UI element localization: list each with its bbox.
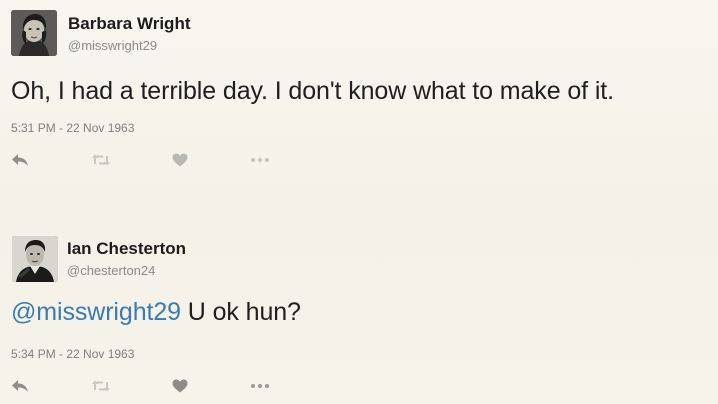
tweet-timestamp[interactable]: 5:34 PM - 22 Nov 1963: [11, 347, 134, 361]
reply-button[interactable]: [9, 150, 31, 170]
tweet-card: Ian Chesterton @chesterton24 @misswright…: [0, 214, 718, 404]
mention-link[interactable]: @misswright29: [11, 298, 181, 326]
more-button[interactable]: [249, 376, 271, 396]
tweet-actions: [0, 376, 300, 396]
tweet-timestamp[interactable]: 5:31 PM - 22 Nov 1963: [11, 121, 134, 135]
author-handle[interactable]: @chesterton24: [67, 263, 155, 278]
tweet-feed: Barbara Wright @misswright29 Oh, I had a…: [0, 0, 718, 404]
avatar[interactable]: [12, 236, 58, 282]
more-button[interactable]: [249, 150, 271, 170]
like-button[interactable]: [169, 150, 191, 170]
like-button[interactable]: [169, 376, 191, 396]
tweet-text-body: U ok hun?: [180, 298, 301, 326]
author-handle[interactable]: @misswright29: [68, 38, 157, 53]
reply-button[interactable]: [9, 376, 31, 396]
tweet-text: Oh, I had a terrible day. I don't know w…: [11, 77, 614, 105]
avatar-portrait-icon: [11, 10, 57, 56]
more-icon: [251, 158, 269, 162]
heart-icon: [172, 153, 188, 167]
avatar[interactable]: [11, 10, 57, 56]
retweet-button[interactable]: [90, 150, 112, 170]
tweet-text: @misswright29 U ok hun?: [11, 298, 301, 327]
more-icon: [251, 384, 269, 388]
tweet-actions: [0, 150, 300, 170]
avatar-portrait-icon: [12, 236, 58, 282]
retweet-icon: [92, 154, 110, 166]
retweet-icon: [92, 380, 110, 392]
tweet-card: Barbara Wright @misswright29 Oh, I had a…: [0, 0, 718, 200]
reply-icon: [12, 154, 28, 166]
retweet-button[interactable]: [90, 376, 112, 396]
heart-icon: [172, 379, 188, 393]
author-name[interactable]: Barbara Wright: [68, 14, 191, 34]
author-name[interactable]: Ian Chesterton: [67, 239, 186, 259]
reply-icon: [12, 380, 28, 392]
